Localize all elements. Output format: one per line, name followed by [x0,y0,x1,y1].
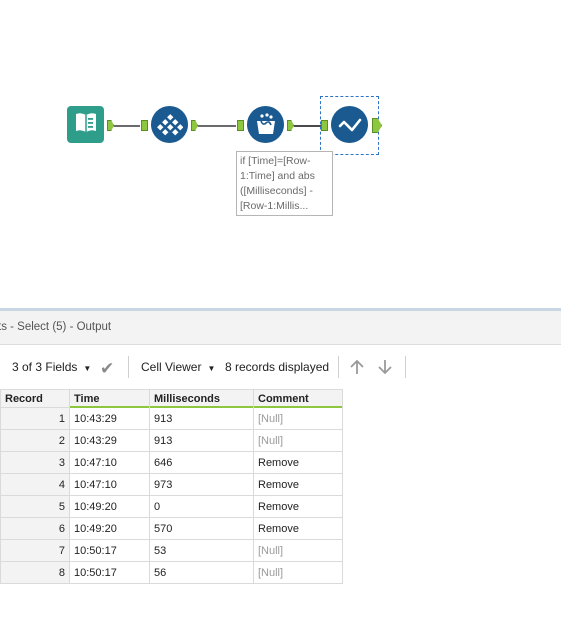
table-cell[interactable]: 10:49:20 [69,517,150,540]
table-row[interactable]: 6 10:49:20 570 Remove [0,517,343,540]
checkmark-icon[interactable]: ✔ [100,359,114,379]
table-cell[interactable]: [Null] [253,561,343,584]
output-anchor[interactable] [287,120,294,131]
record-number-cell[interactable]: 4 [0,473,70,496]
header-row: Record Time Milliseconds Comment [0,389,343,408]
table-cell[interactable]: [Null] [253,429,343,452]
table-cell[interactable]: 10:43:29 [69,429,150,452]
table-cell[interactable]: 570 [149,517,254,540]
column-header[interactable]: Comment [253,389,343,408]
multi-row-formula-tool[interactable] [247,106,284,143]
viewer-label: Cell Viewer [141,360,202,374]
record-number-cell[interactable]: 1 [0,407,70,430]
table-cell[interactable]: 646 [149,451,254,474]
connection-line [198,125,236,127]
connection-line [114,125,140,127]
table-row[interactable]: 3 10:47:10 646 Remove [0,451,343,474]
results-toolbar: 3 of 3 Fields ▼ ✔ Cell Viewer ▼ 8 records … [0,345,561,389]
record-number-cell[interactable]: 7 [0,539,70,562]
grid-body: 1 10:43:29 913 [Null] 2 10:43:29 913 [Null] 3 10:… [0,407,343,584]
table-cell[interactable]: 913 [149,429,254,452]
input-data-tool[interactable] [67,106,104,143]
fields-label: 3 of 3 Fields [12,360,78,374]
caret-down-icon: ▼ [83,364,92,373]
toolbar-separator [128,356,129,378]
record-number-cell[interactable]: 3 [0,451,70,474]
select-tool[interactable] [331,106,368,143]
table-row[interactable]: 5 10:49:20 0 Remove [0,495,343,518]
bucket-icon [253,112,279,138]
toolbar-separator [405,356,406,378]
table-cell[interactable]: 10:50:17 [69,539,150,562]
toolbar-separator [338,356,339,378]
table-row[interactable]: 2 10:43:29 913 [Null] [0,429,343,452]
column-header[interactable]: Record [0,389,70,408]
output-anchor[interactable] [191,120,198,131]
table-cell[interactable]: 10:47:10 [69,451,150,474]
table-row[interactable]: 8 10:50:17 56 [Null] [0,561,343,584]
table-row[interactable]: 4 10:47:10 973 Remove [0,473,343,496]
output-anchor[interactable] [107,120,114,131]
output-anchor[interactable] [372,118,382,133]
table-cell[interactable]: 0 [149,495,254,518]
input-anchor[interactable] [237,120,244,131]
column-header[interactable]: Milliseconds [149,389,254,408]
input-anchor[interactable] [141,120,148,131]
table-cell[interactable]: 10:49:20 [69,495,150,518]
arrow-up-icon[interactable] [348,358,366,381]
arrow-down-icon[interactable] [376,358,394,381]
column-header-label: Time [74,392,100,405]
records-count: 8 records displayed [225,360,330,374]
cell-viewer-dropdown[interactable]: Cell Viewer ▼ [141,360,215,374]
table-cell[interactable]: [Null] [253,539,343,562]
table-cell[interactable]: 10:50:17 [69,561,150,584]
workflow-canvas[interactable]: if [Time]=[Row- 1:Time] and abs ([Millis… [0,0,561,308]
diamond-grid-icon [156,112,183,138]
results-title: ts - Select (5) - Output [0,321,112,333]
table-row[interactable]: 7 10:50:17 53 [Null] [0,539,343,562]
checkmark-wave-icon [337,112,363,138]
table-cell[interactable]: 56 [149,561,254,584]
results-header: ts - Select (5) - Output [0,311,561,345]
column-header-label: Comment [258,392,309,405]
book-icon [73,109,99,140]
record-number-cell[interactable]: 6 [0,517,70,540]
column-underline [150,406,253,408]
caret-down-icon: ▼ [207,364,216,373]
table-cell[interactable]: 973 [149,473,254,496]
table-cell[interactable]: 10:43:29 [69,407,150,430]
record-number-cell[interactable]: 2 [0,429,70,452]
table-cell[interactable]: [Null] [253,407,343,430]
record-number-cell[interactable]: 5 [0,495,70,518]
fields-dropdown[interactable]: 3 of 3 Fields ▼ [12,360,91,374]
sort-tool[interactable] [151,106,188,143]
column-header-label: Record [5,392,43,405]
record-number-cell[interactable]: 8 [0,561,70,584]
table-cell[interactable]: 913 [149,407,254,430]
table-row[interactable]: 1 10:43:29 913 [Null] [0,407,343,430]
table-cell[interactable]: 53 [149,539,254,562]
column-header[interactable]: Time [69,389,150,408]
table-cell[interactable]: Remove [253,495,343,518]
tool-annotation: if [Time]=[Row- 1:Time] and abs ([Millis… [236,151,333,216]
column-underline [70,406,149,408]
column-underline [254,406,342,408]
table-cell[interactable]: 10:47:10 [69,473,150,496]
table-cell[interactable]: Remove [253,517,343,540]
table-cell[interactable]: Remove [253,473,343,496]
column-header-label: Milliseconds [154,392,221,405]
results-grid[interactable]: Record Time Milliseconds Comment 1 10:43:… [0,389,343,584]
connection-line [294,125,321,127]
table-cell[interactable]: Remove [253,451,343,474]
